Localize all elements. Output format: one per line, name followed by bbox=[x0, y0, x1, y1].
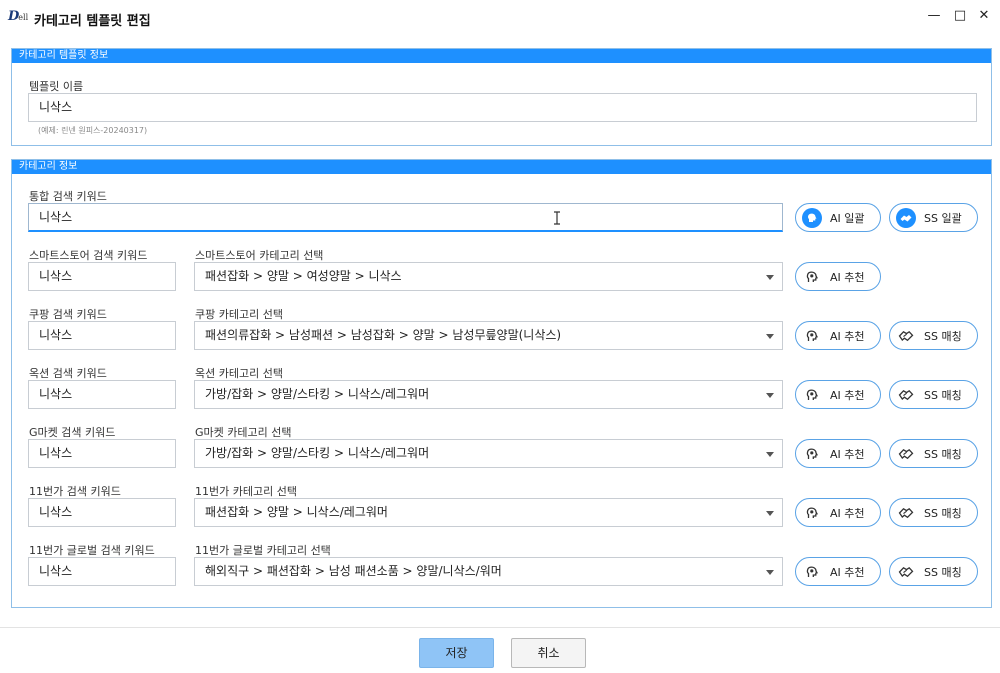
ai-recommend-label: AI 추천 bbox=[830, 329, 865, 343]
gmarket-category-value: 가방/잡화 > 양말/스타킹 > 니삭스/레그워머 bbox=[205, 446, 430, 460]
11st-keyword-input[interactable]: 니삭스 bbox=[28, 498, 176, 527]
gmarket-keyword-input[interactable]: 니삭스 bbox=[28, 439, 176, 468]
11st-global-category-label: 11번가 글로벌 카테고리 선택 bbox=[195, 544, 331, 557]
gmarket-ai-recommend-button[interactable]: AI 추천 bbox=[795, 439, 881, 468]
coupang-ss-match-button[interactable]: SS 매칭 bbox=[889, 321, 978, 350]
auction-category-value: 가방/잡화 > 양말/스타킹 > 니삭스/레그워머 bbox=[205, 387, 430, 401]
smartstore-ai-recommend-button[interactable]: AI 추천 bbox=[795, 262, 881, 291]
save-button[interactable]: 저장 bbox=[419, 638, 494, 668]
close-icon: ✕ bbox=[978, 8, 990, 23]
close-button[interactable]: ✕ bbox=[974, 6, 994, 26]
gmarket-keyword-label: G마켓 검색 키워드 bbox=[29, 426, 116, 439]
11st-global-ai-recommend-button[interactable]: AI 추천 bbox=[795, 557, 881, 586]
ss-match-label: SS 매칭 bbox=[924, 329, 962, 343]
minimize-icon: — bbox=[927, 8, 941, 23]
ai-bulk-label: AI 일괄 bbox=[830, 211, 865, 225]
ai-recommend-label: AI 추천 bbox=[830, 447, 865, 461]
auction-category-select[interactable]: 가방/잡화 > 양말/스타킹 > 니삭스/레그워머 bbox=[194, 380, 783, 409]
smartstore-keyword-input[interactable]: 니삭스 bbox=[28, 262, 176, 291]
coupang-ai-recommend-button[interactable]: AI 추천 bbox=[795, 321, 881, 350]
coupang-keyword-label: 쿠팡 검색 키워드 bbox=[29, 308, 107, 321]
unified-keyword-input[interactable]: 니삭스 bbox=[28, 203, 783, 232]
ai-brain-icon bbox=[806, 566, 818, 577]
ss-bulk-button[interactable]: SS 일괄 bbox=[889, 203, 978, 232]
handshake-icon bbox=[898, 507, 914, 518]
gmarket-category-select[interactable]: 가방/잡화 > 양말/스타킹 > 니삭스/레그워머 bbox=[194, 439, 783, 468]
11st-category-value: 패션잡화 > 양말 > 니삭스/레그워머 bbox=[205, 505, 388, 519]
smartstore-category-value: 패션잡화 > 양말 > 여성양말 > 니삭스 bbox=[205, 269, 402, 283]
auction-ai-recommend-button[interactable]: AI 추천 bbox=[795, 380, 881, 409]
template-name-input[interactable]: 니삭스 bbox=[28, 93, 977, 122]
window-title: 카테고리 템플릿 편집 bbox=[34, 14, 151, 29]
chevron-down-icon bbox=[766, 511, 774, 516]
11st-global-category-value: 해외직구 > 패션잡화 > 남성 패션소품 > 양말/니삭스/워머 bbox=[205, 564, 502, 578]
coupang-category-select[interactable]: 패션의류잡화 > 남성패션 > 남성잡화 > 양말 > 남성무릎양말(니삭스) bbox=[194, 321, 783, 350]
handshake-icon bbox=[898, 330, 914, 341]
ss-match-label: SS 매칭 bbox=[924, 388, 962, 402]
auction-keyword-label: 옥션 검색 키워드 bbox=[29, 367, 107, 380]
ai-recommend-label: AI 추천 bbox=[830, 388, 865, 402]
ss-match-label: SS 매칭 bbox=[924, 506, 962, 520]
chevron-down-icon bbox=[766, 334, 774, 339]
ai-brain-icon bbox=[806, 507, 818, 518]
maximize-button[interactable]: □ bbox=[950, 6, 970, 26]
coupang-category-label: 쿠팡 카테고리 선택 bbox=[195, 308, 283, 321]
handshake-icon bbox=[898, 448, 914, 459]
gmarket-category-label: G마켓 카테고리 선택 bbox=[195, 426, 292, 439]
11st-ss-match-button[interactable]: SS 매칭 bbox=[889, 498, 978, 527]
smartstore-category-select[interactable]: 패션잡화 > 양말 > 여성양말 > 니삭스 bbox=[194, 262, 783, 291]
ai-brain-icon bbox=[802, 207, 822, 228]
smartstore-keyword-label: 스마트스토어 검색 키워드 bbox=[29, 249, 148, 262]
handshake-icon bbox=[898, 566, 914, 577]
handshake-icon bbox=[896, 207, 916, 228]
footer-divider bbox=[0, 627, 1000, 628]
category-info-header: 카테고리 정보 bbox=[12, 160, 991, 174]
11st-global-keyword-label: 11번가 글로벌 검색 키워드 bbox=[29, 544, 155, 557]
minimize-button[interactable]: — bbox=[924, 6, 944, 26]
ai-recommend-label: AI 추천 bbox=[830, 270, 865, 284]
app-logo: Dell bbox=[8, 9, 29, 24]
template-info-header: 카테고리 템플릿 정보 bbox=[12, 49, 991, 63]
11st-ai-recommend-button[interactable]: AI 추천 bbox=[795, 498, 881, 527]
ai-brain-icon bbox=[806, 448, 818, 459]
cancel-button[interactable]: 취소 bbox=[511, 638, 586, 668]
chevron-down-icon bbox=[766, 452, 774, 457]
handshake-icon bbox=[898, 389, 914, 400]
template-name-hint: (예제: 린넨 원피스-20240317) bbox=[38, 126, 148, 135]
auction-category-label: 옥션 카테고리 선택 bbox=[195, 367, 283, 380]
auction-ss-match-button[interactable]: SS 매칭 bbox=[889, 380, 978, 409]
chevron-down-icon bbox=[766, 393, 774, 398]
11st-keyword-label: 11번가 검색 키워드 bbox=[29, 485, 121, 498]
ai-bulk-button[interactable]: AI 일괄 bbox=[795, 203, 881, 232]
ss-match-label: SS 매칭 bbox=[924, 447, 962, 461]
smartstore-category-label: 스마트스토어 카테고리 선택 bbox=[195, 249, 324, 262]
title-bar: Dell 카테고리 템플릿 편집 — □ ✕ bbox=[0, 0, 1000, 34]
text-cursor-icon bbox=[554, 211, 560, 225]
ai-brain-icon bbox=[806, 330, 818, 341]
ai-recommend-label: AI 추천 bbox=[830, 506, 865, 520]
11st-global-category-select[interactable]: 해외직구 > 패션잡화 > 남성 패션소품 > 양말/니삭스/워머 bbox=[194, 557, 783, 586]
ss-bulk-label: SS 일괄 bbox=[924, 211, 962, 225]
11st-category-label: 11번가 카테고리 선택 bbox=[195, 485, 297, 498]
coupang-category-value: 패션의류잡화 > 남성패션 > 남성잡화 > 양말 > 남성무릎양말(니삭스) bbox=[205, 328, 562, 342]
template-name-label: 템플릿 이름 bbox=[29, 80, 84, 93]
ai-brain-icon bbox=[806, 389, 818, 400]
coupang-keyword-input[interactable]: 니삭스 bbox=[28, 321, 176, 350]
11st-global-ss-match-button[interactable]: SS 매칭 bbox=[889, 557, 978, 586]
unified-keyword-label: 통합 검색 키워드 bbox=[29, 190, 107, 203]
auction-keyword-input[interactable]: 니삭스 bbox=[28, 380, 176, 409]
gmarket-ss-match-button[interactable]: SS 매칭 bbox=[889, 439, 978, 468]
ai-recommend-label: AI 추천 bbox=[830, 565, 865, 579]
chevron-down-icon bbox=[766, 570, 774, 575]
chevron-down-icon bbox=[766, 275, 774, 280]
ss-match-label: SS 매칭 bbox=[924, 565, 962, 579]
maximize-icon: □ bbox=[953, 8, 967, 23]
ai-brain-icon bbox=[806, 271, 818, 282]
11st-global-keyword-input[interactable]: 니삭스 bbox=[28, 557, 176, 586]
11st-category-select[interactable]: 패션잡화 > 양말 > 니삭스/레그워머 bbox=[194, 498, 783, 527]
